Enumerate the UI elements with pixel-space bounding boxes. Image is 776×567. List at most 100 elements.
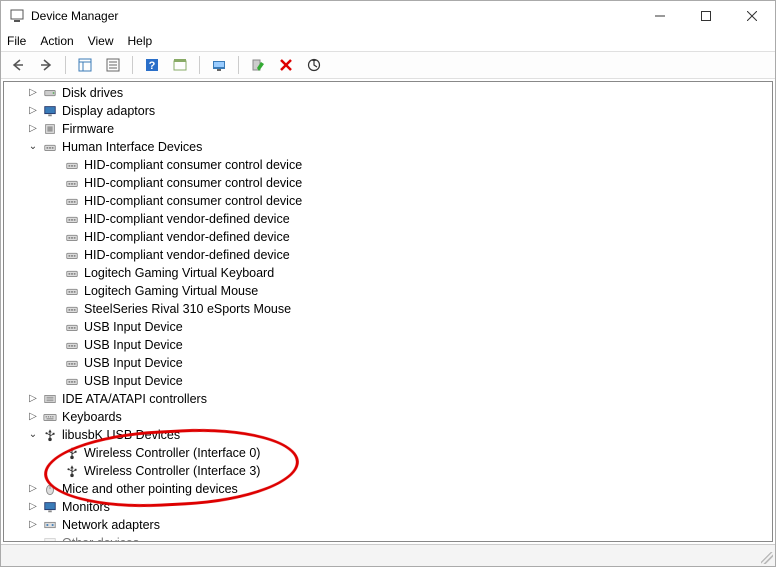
tree-node-network[interactable]: ▷ Network adapters <box>8 516 772 534</box>
update-driver-button[interactable] <box>208 54 230 76</box>
hid-icon <box>64 355 80 371</box>
monitor-icon <box>42 499 58 515</box>
expand-arrow-icon[interactable]: ▷ <box>26 482 40 496</box>
tree-node-wireless-controller-3[interactable]: ▷Wireless Controller (Interface 3) <box>8 462 772 480</box>
tree-node-libusbk[interactable]: ⌄ libusbK USB Devices <box>8 426 772 444</box>
tree-node-keyboards[interactable]: ▷ Keyboards <box>8 408 772 426</box>
hid-icon <box>64 229 80 245</box>
expand-arrow-icon[interactable]: ▷ <box>26 86 40 100</box>
tree-node-hid-child[interactable]: ▷Logitech Gaming Virtual Mouse <box>8 282 772 300</box>
expand-arrow-icon[interactable]: ▷ <box>26 500 40 514</box>
action-button[interactable] <box>169 54 191 76</box>
other-icon <box>42 535 58 541</box>
collapse-arrow-icon[interactable]: ⌄ <box>26 428 40 442</box>
tree-node-hid-child[interactable]: ▷USB Input Device <box>8 318 772 336</box>
hid-icon <box>64 301 80 317</box>
usb-icon <box>64 445 80 461</box>
properties-button[interactable] <box>102 54 124 76</box>
hid-icon <box>64 247 80 263</box>
enable-device-button[interactable] <box>247 54 269 76</box>
tree-node-hid-child[interactable]: ▷USB Input Device <box>8 354 772 372</box>
hid-icon <box>64 337 80 353</box>
svg-text:?: ? <box>149 60 156 72</box>
tree-node-hid-child[interactable]: ▷HID-compliant vendor-defined device <box>8 210 772 228</box>
tree-label: Network adapters <box>62 516 160 534</box>
hid-icon <box>64 175 80 191</box>
tree-label: HID-compliant vendor-defined device <box>84 246 290 264</box>
collapse-arrow-icon[interactable]: ⌄ <box>26 536 40 541</box>
tree-node-wireless-controller-0[interactable]: ▷Wireless Controller (Interface 0) <box>8 444 772 462</box>
tree-node-hid-child[interactable]: ▷HID-compliant vendor-defined device <box>8 246 772 264</box>
tree-label: Disk drives <box>62 84 123 102</box>
tree-node-ide[interactable]: ▷ IDE ATA/ATAPI controllers <box>8 390 772 408</box>
collapse-arrow-icon[interactable]: ⌄ <box>26 140 40 154</box>
tree-node-display-adaptors[interactable]: ▷ Display adaptors <box>8 102 772 120</box>
toolbar: ? <box>1 51 775 79</box>
tree-node-firmware[interactable]: ▷ Firmware <box>8 120 772 138</box>
tree-label: Keyboards <box>62 408 122 426</box>
menu-help[interactable]: Help <box>128 34 153 48</box>
menu-file[interactable]: File <box>7 34 26 48</box>
network-icon <box>42 517 58 533</box>
tree-label: Wireless Controller (Interface 0) <box>84 444 260 462</box>
tree-node-hid-child[interactable]: ▷USB Input Device <box>8 372 772 390</box>
menu-view[interactable]: View <box>88 34 114 48</box>
expand-arrow-icon[interactable]: ▷ <box>26 392 40 406</box>
firmware-icon <box>42 121 58 137</box>
scan-hardware-button[interactable] <box>303 54 325 76</box>
mouse-icon <box>42 481 58 497</box>
tree-node-hid-child[interactable]: ▷HID-compliant consumer control device <box>8 174 772 192</box>
help-button[interactable]: ? <box>141 54 163 76</box>
expand-arrow-icon[interactable]: ▷ <box>26 104 40 118</box>
display-icon <box>42 103 58 119</box>
window-controls <box>637 1 775 31</box>
tree-node-hid-child[interactable]: ▷Logitech Gaming Virtual Keyboard <box>8 264 772 282</box>
expand-arrow-icon[interactable]: ▷ <box>26 410 40 424</box>
hid-icon <box>64 211 80 227</box>
tree-label: HID-compliant consumer control device <box>84 192 302 210</box>
show-hide-tree-button[interactable] <box>74 54 96 76</box>
disk-icon <box>42 85 58 101</box>
toolbar-separator <box>238 56 239 74</box>
maximize-button[interactable] <box>683 1 729 31</box>
tree-node-other[interactable]: ⌄ Other devices <box>8 534 772 541</box>
menu-action[interactable]: Action <box>40 34 73 48</box>
window-title: Device Manager <box>31 9 637 23</box>
tree-label: Monitors <box>62 498 110 516</box>
keyboard-icon <box>42 409 58 425</box>
tree-label: Other devices <box>62 534 139 541</box>
tree-node-hid-child[interactable]: ▷HID-compliant vendor-defined device <box>8 228 772 246</box>
tree-node-disk-drives[interactable]: ▷ Disk drives <box>8 84 772 102</box>
expand-arrow-icon[interactable]: ▷ <box>26 518 40 532</box>
tree-node-hid-child[interactable]: ▷USB Input Device <box>8 336 772 354</box>
tree-node-hid-child[interactable]: ▷SteelSeries Rival 310 eSports Mouse <box>8 300 772 318</box>
tree-label: Logitech Gaming Virtual Mouse <box>84 282 258 300</box>
minimize-button[interactable] <box>637 1 683 31</box>
expand-arrow-icon[interactable]: ▷ <box>26 122 40 136</box>
tree-node-hid-child[interactable]: ▷HID-compliant consumer control device <box>8 192 772 210</box>
tree-node-hid[interactable]: ⌄ Human Interface Devices <box>8 138 772 156</box>
tree-label: Wireless Controller (Interface 3) <box>84 462 260 480</box>
device-tree[interactable]: ▷ Disk drives ▷ Display adaptors ▷ Firmw… <box>4 82 772 541</box>
uninstall-device-button[interactable] <box>275 54 297 76</box>
tree-node-mice[interactable]: ▷ Mice and other pointing devices <box>8 480 772 498</box>
content-area: ▷ Disk drives ▷ Display adaptors ▷ Firmw… <box>3 81 773 542</box>
close-button[interactable] <box>729 1 775 31</box>
tree-label: libusbK USB Devices <box>62 426 180 444</box>
toolbar-separator <box>132 56 133 74</box>
tree-label: Logitech Gaming Virtual Keyboard <box>84 264 274 282</box>
hid-icon <box>64 319 80 335</box>
forward-button[interactable] <box>35 54 57 76</box>
menubar: File Action View Help <box>1 31 775 51</box>
hid-icon <box>64 157 80 173</box>
tree-label: HID-compliant vendor-defined device <box>84 210 290 228</box>
tree-label: Mice and other pointing devices <box>62 480 238 498</box>
tree-node-monitors[interactable]: ▷ Monitors <box>8 498 772 516</box>
hid-icon <box>64 373 80 389</box>
back-button[interactable] <box>7 54 29 76</box>
hid-icon <box>42 139 58 155</box>
tree-label: HID-compliant vendor-defined device <box>84 228 290 246</box>
titlebar: Device Manager <box>1 1 775 31</box>
tree-node-hid-child[interactable]: ▷HID-compliant consumer control device <box>8 156 772 174</box>
tree-label: USB Input Device <box>84 372 183 390</box>
